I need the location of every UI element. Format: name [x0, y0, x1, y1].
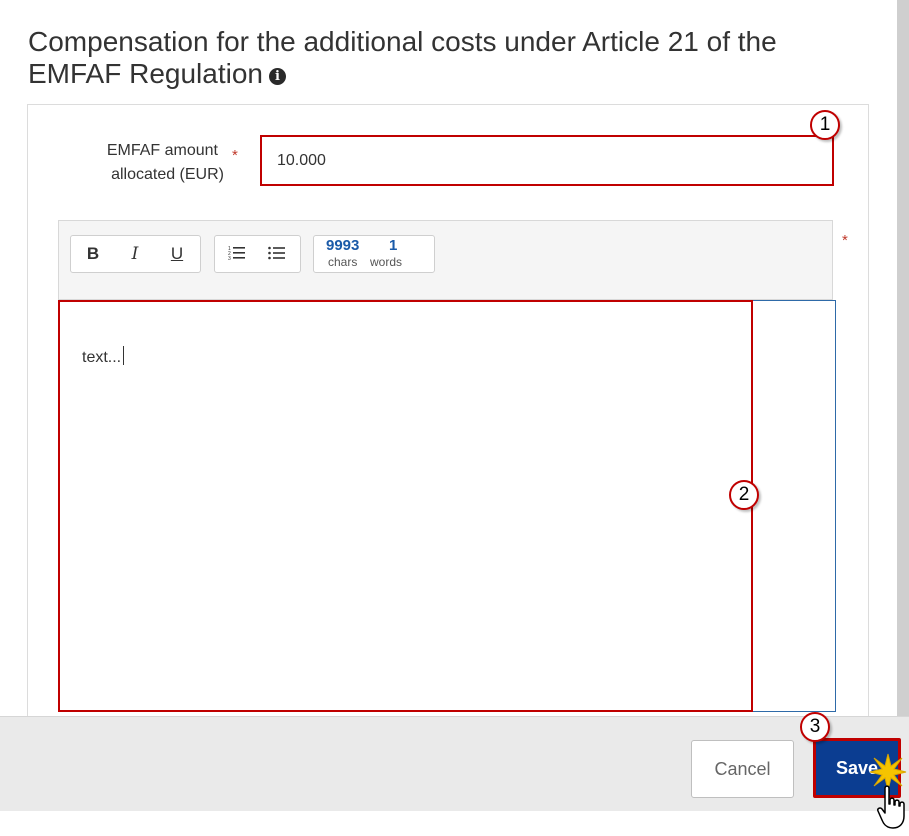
- editor-toolbar: B I U 1 2 3 9993 chars 1 words: [58, 220, 833, 300]
- numbered-list-icon: 1 2 3: [228, 246, 245, 262]
- list-button-group: 1 2 3: [214, 235, 301, 273]
- scrollbar[interactable]: [897, 0, 909, 716]
- chars-label: chars: [328, 255, 358, 269]
- underline-button[interactable]: U: [161, 236, 193, 272]
- italic-button[interactable]: I: [119, 236, 151, 272]
- bullet-list-button[interactable]: [261, 236, 293, 272]
- editor-content[interactable]: text...: [82, 346, 125, 367]
- rich-text-editor[interactable]: [58, 300, 836, 712]
- counter-group: 9993 chars 1 words: [313, 235, 435, 273]
- words-count: 1: [389, 237, 398, 254]
- words-label: words: [370, 255, 403, 269]
- text-cursor: [123, 346, 125, 365]
- callout-2: 2: [729, 480, 759, 510]
- chars-count: 9993: [326, 237, 360, 254]
- numbered-list-button[interactable]: 1 2 3: [221, 236, 253, 272]
- editor-content-text: text...: [82, 349, 122, 366]
- dialog-title: Compensation for the additional costs un…: [28, 26, 868, 90]
- format-button-group: B I U: [70, 235, 201, 273]
- editor-required-marker: *: [842, 232, 848, 249]
- dialog-title-text: Compensation for the additional costs un…: [28, 26, 777, 89]
- cancel-button[interactable]: Cancel: [691, 740, 794, 798]
- emfaf-amount-input[interactable]: [260, 135, 834, 186]
- amount-required-marker: *: [232, 147, 238, 164]
- amount-label-line1: EMFAF amount: [106, 142, 218, 159]
- amount-label-line2: allocated (EUR): [111, 166, 224, 183]
- compensation-dialog: Compensation for the additional costs un…: [0, 0, 909, 836]
- svg-text:3: 3: [228, 256, 231, 261]
- callout-1: 1: [810, 110, 840, 140]
- callout-3: 3: [800, 712, 830, 742]
- hand-pointer-icon: [877, 785, 905, 829]
- bold-button[interactable]: B: [77, 236, 109, 272]
- bullet-list-icon: [268, 246, 285, 260]
- info-icon[interactable]: i: [269, 68, 286, 85]
- amount-field-label: EMFAF amount allocated (EUR): [78, 139, 238, 187]
